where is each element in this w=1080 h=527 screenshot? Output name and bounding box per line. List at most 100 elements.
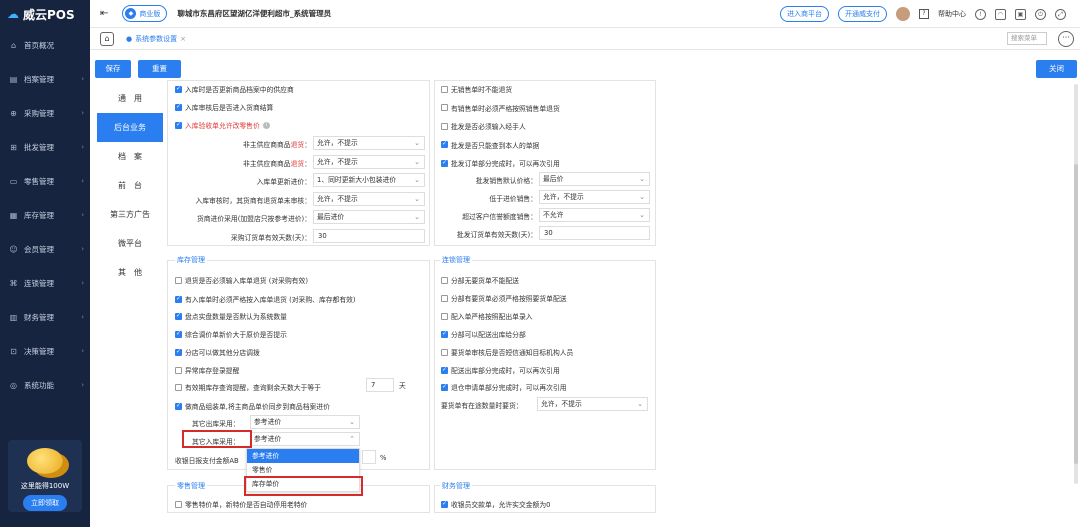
sidebar-item[interactable]: ☺ 会员管理 ›	[0, 232, 90, 266]
lock-icon[interactable]: ▣	[1015, 8, 1026, 20]
info-icon[interactable]: !	[975, 8, 986, 20]
help-icon[interactable]: ?	[919, 9, 929, 19]
setting-checkbox-row[interactable]: 有销售单时必须严格按照销售单退货	[441, 103, 560, 113]
setting-checkbox-row[interactable]: 异常库存登录提醒	[175, 365, 239, 375]
checkbox[interactable]	[441, 366, 448, 374]
setting-checkbox-row[interactable]: 批发是否必须输入经手人	[441, 121, 526, 131]
field-select[interactable]: 最后价 ⌄	[539, 172, 650, 186]
checkbox[interactable]	[175, 85, 182, 93]
other-out-select[interactable]: 参考进价 ⌄	[250, 415, 360, 429]
avatar[interactable]	[896, 7, 910, 21]
open-pay-button[interactable]: 开通威支付	[838, 6, 887, 22]
receipt-ratio-input[interactable]	[362, 450, 376, 464]
bell-icon[interactable]: ◠	[995, 8, 1006, 20]
setting-checkbox-row[interactable]: 要货单审核后是否短信通知目标机构人员	[441, 347, 573, 357]
sidebar-item[interactable]: ▭ 零售管理 ›	[0, 164, 90, 198]
checkbox[interactable]	[441, 312, 448, 320]
checkbox[interactable]	[175, 330, 182, 338]
other-in-select[interactable]: 参考进价 ⌃	[250, 432, 360, 446]
checkbox[interactable]	[441, 294, 448, 302]
checkbox[interactable]	[175, 348, 182, 356]
enter-platform-button[interactable]: 进入商平台	[780, 6, 829, 22]
menu-search-input[interactable]: 搜索菜单	[1007, 32, 1047, 45]
sidebar-item[interactable]: ⌂ 首页概况	[0, 28, 90, 62]
sidebar-item[interactable]: ⊞ 批发管理 ›	[0, 130, 90, 164]
checkbox[interactable]	[175, 295, 182, 303]
setting-checkbox-row[interactable]: 分部有要货单必须严格按照要货单配送	[441, 293, 567, 303]
setting-checkbox-row[interactable]: 入库审核后是否进入货商结算	[175, 102, 273, 112]
field-select[interactable]: 允许，不提示 ⌄	[539, 190, 650, 204]
close-button[interactable]: 关闭	[1036, 60, 1077, 78]
field-select[interactable]: 允许，不提示 ⌄	[313, 154, 425, 169]
setting-checkbox-row[interactable]: 有效期库存查询提醒，查询剩余天数大于等于	[175, 382, 321, 392]
settings-nav-item[interactable]: 通 用	[97, 84, 163, 113]
help-center-link[interactable]: 帮助中心	[938, 9, 966, 19]
setting-checkbox-row[interactable]: 有入库单时必须严格按入库单退货 (对采购、库存都有效)	[175, 294, 356, 304]
setting-checkbox-row[interactable]: 配送出库部分完成时，可以再次引用	[441, 365, 560, 375]
scrollbar-thumb[interactable]	[1074, 164, 1078, 464]
checkbox[interactable]	[175, 312, 182, 320]
checkbox[interactable]	[441, 500, 448, 508]
setting-checkbox-row[interactable]: 无销售单时不能退货	[441, 84, 512, 94]
checkbox[interactable]	[441, 140, 448, 148]
fullscreen-icon[interactable]: ⤢	[1055, 8, 1066, 20]
wholesale-days-input[interactable]: 30	[539, 226, 650, 240]
checkbox[interactable]	[441, 104, 448, 111]
checkbox[interactable]	[441, 85, 448, 93]
settings-nav-item[interactable]: 微平台	[97, 229, 163, 258]
more-icon[interactable]: ···	[1058, 31, 1074, 47]
tab-system-params[interactable]: ● 系统参数设置 ×	[126, 34, 186, 44]
checkbox[interactable]	[441, 276, 448, 284]
in-transit-select[interactable]: 允许，不提示 ⌄	[537, 397, 648, 411]
edition-badge[interactable]: ◆ 商业版	[122, 5, 168, 22]
checkbox[interactable]	[175, 383, 182, 391]
checkbox[interactable]	[175, 402, 182, 410]
dropdown-option[interactable]: 零售价	[247, 463, 359, 477]
sidebar-item[interactable]: ◎ 系统功能 ›	[0, 368, 90, 402]
page-scrollbar[interactable]	[1074, 84, 1078, 484]
sidebar-item[interactable]: ▥ 财务管理 ›	[0, 300, 90, 334]
setting-checkbox-row[interactable]: 批发订单部分完成时，可以再次引用	[441, 158, 560, 168]
reset-button[interactable]: 重置	[138, 60, 181, 78]
checkbox[interactable]	[175, 276, 182, 284]
promo-claim-button[interactable]: 立即领取	[23, 495, 67, 511]
field-select[interactable]: 允许，不提示 ⌄	[313, 136, 425, 150]
setting-checkbox-row[interactable]: 盘点实盘数量是否默认为系统数量	[175, 311, 287, 321]
setting-checkbox-row[interactable]: 分部无要货单不能配送	[441, 275, 519, 285]
settings-nav-item[interactable]: 档 案	[97, 142, 163, 171]
checkbox[interactable]	[175, 500, 182, 508]
settings-nav-item[interactable]: 第三方广告	[97, 200, 163, 229]
checkbox[interactable]	[441, 159, 448, 167]
checkbox[interactable]	[441, 383, 448, 391]
field-select[interactable]: 最后进价 ⌄	[313, 210, 425, 224]
setting-checkbox-row[interactable]: 退仓申请单部分完成时，可以再次引用	[441, 382, 567, 392]
setting-checkbox-row[interactable]: 分店可以做其他分店调拨	[175, 347, 260, 357]
setting-checkbox-row[interactable]: 配入单严格按照配出单录入	[441, 311, 533, 321]
setting-checkbox-row[interactable]: 入库时是否更新商品档案中的供应商	[175, 84, 294, 94]
setting-checkbox-row[interactable]: 做商品组装单,将主商品单价同步到商品档案进价	[175, 401, 330, 411]
setting-checkbox-row[interactable]: 批发是否只能查到本人的单据	[441, 140, 539, 150]
setting-checkbox-row[interactable]: 收银员交款单，允许实交金额为0	[441, 499, 550, 509]
home-icon[interactable]: ⌂	[100, 31, 114, 46]
sidebar-item[interactable]: ⊕ 采购管理 ›	[0, 96, 90, 130]
checkbox[interactable]	[175, 103, 182, 111]
checkbox[interactable]	[441, 330, 448, 338]
sidebar-item[interactable]: ▤ 档案管理 ›	[0, 62, 90, 96]
checkbox[interactable]	[175, 121, 182, 129]
checkbox[interactable]	[441, 122, 448, 130]
sidebar-item[interactable]: ▦ 库存管理 ›	[0, 198, 90, 232]
sidebar-item[interactable]: ⌘ 连锁管理 ›	[0, 266, 90, 300]
setting-checkbox-row[interactable]: 零售特价单，新特价是否自动停用老特价	[175, 499, 307, 509]
setting-checkbox-row[interactable]: 入库验收单允许改零售价i	[175, 120, 270, 130]
settings-nav-item[interactable]: 后台业务	[97, 113, 163, 142]
tab-close-icon[interactable]: ×	[180, 35, 186, 43]
order-days-input[interactable]: 30	[313, 228, 425, 243]
field-select[interactable]: 1、同时更新大小包装进价 ⌄	[313, 173, 425, 187]
sidebar-item[interactable]: ⊡ 决策管理 ›	[0, 334, 90, 368]
app-logo[interactable]: ☁ 威云POS	[0, 0, 90, 28]
expiry-days-input[interactable]: 7	[366, 378, 394, 392]
save-button[interactable]: 保存	[95, 60, 131, 78]
checkbox[interactable]	[175, 366, 182, 374]
field-select[interactable]: 允许，不提示 ⌄	[313, 191, 425, 206]
setting-checkbox-row[interactable]: 分部可以配送出库给分部	[441, 329, 526, 339]
